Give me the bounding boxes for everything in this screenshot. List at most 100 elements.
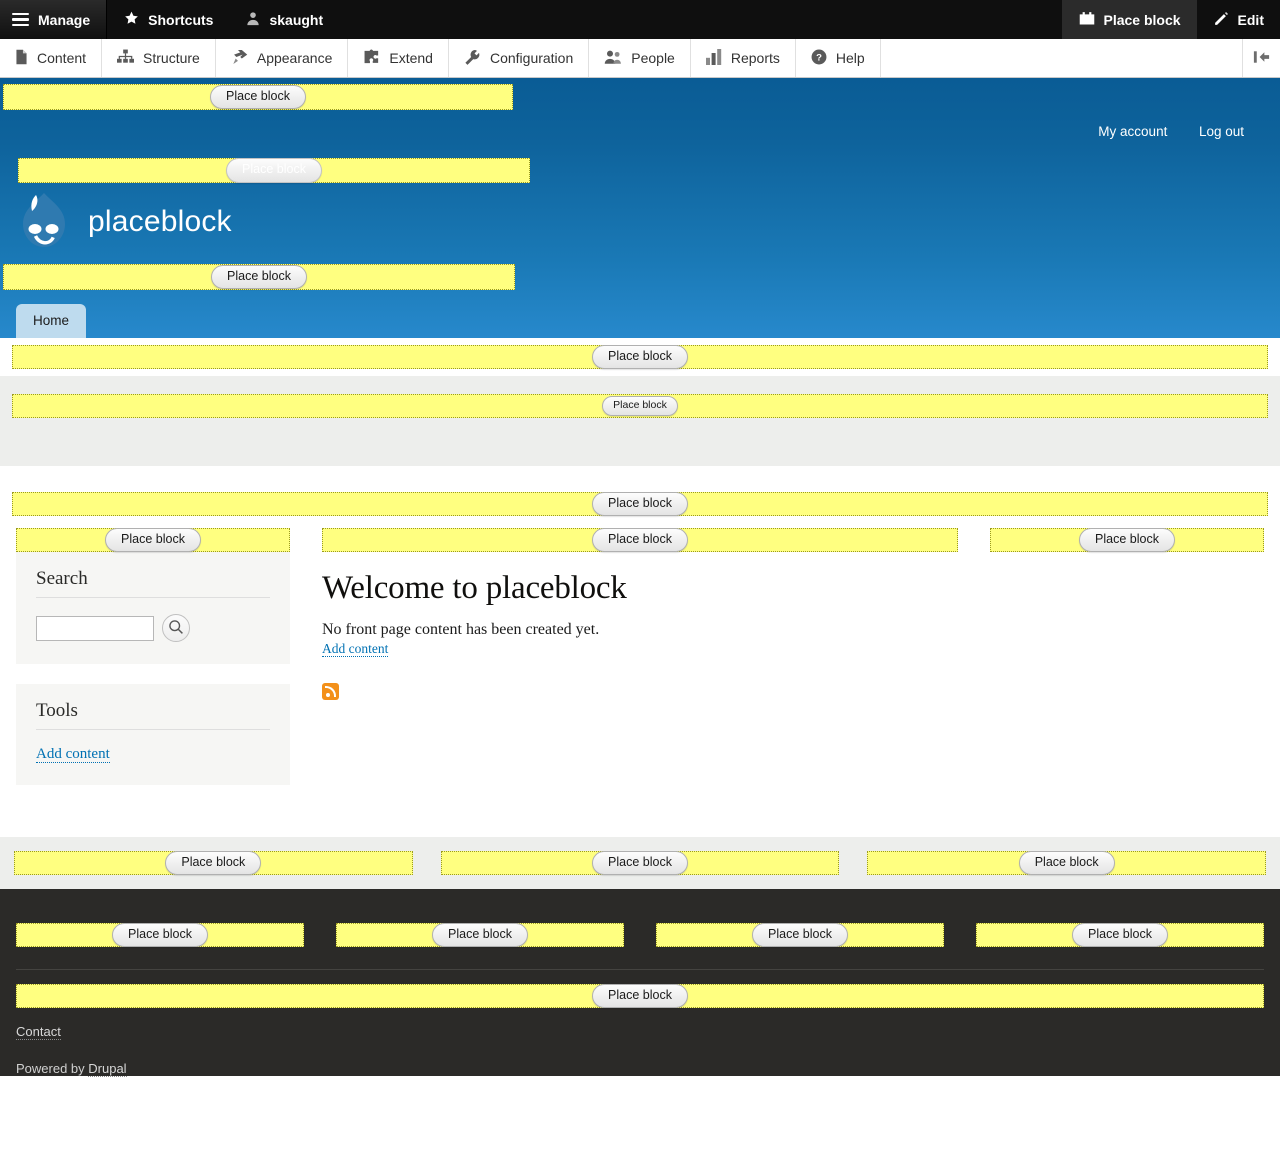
svg-text:?: ?: [816, 52, 822, 63]
place-block-button[interactable]: Place block: [1018, 850, 1115, 876]
place-block-region-secondary-menu[interactable]: Place block: [18, 158, 530, 183]
place-block-button[interactable]: Place block: [752, 922, 848, 948]
person-icon: [245, 10, 261, 30]
toolbar-collapse-button[interactable]: [1243, 39, 1280, 77]
block-icon: [1078, 10, 1096, 29]
place-block-region-highlighted[interactable]: Place block: [12, 344, 1268, 370]
place-block-region-footer-first[interactable]: Place block: [16, 922, 304, 948]
site-footer: Place block Place block Place block Plac…: [0, 889, 1280, 1077]
rss-feed-icon[interactable]: [322, 683, 339, 700]
place-block-region-sidebar-first[interactable]: Place block: [16, 527, 290, 553]
toolbar-manage-label: Manage: [38, 11, 91, 28]
puzzle-icon: [363, 49, 380, 68]
region-featured-bottom-wrapper: Place block Place block Place block: [0, 837, 1280, 889]
menu-item-reports[interactable]: Reports: [690, 39, 796, 77]
log-out-link[interactable]: Log out: [1199, 124, 1244, 139]
place-block-region-sidebar-second[interactable]: Place block: [990, 527, 1264, 553]
menu-item-structure-label: Structure: [143, 50, 200, 66]
drupal-droplet-logo: [16, 189, 72, 254]
footer-col-3: Place block: [640, 922, 960, 948]
featured-bottom-col-3: Place block: [853, 850, 1280, 876]
menu-item-content[interactable]: Content: [0, 39, 103, 77]
place-block-button[interactable]: Place block: [592, 344, 688, 370]
menu-item-appearance-label: Appearance: [256, 50, 333, 66]
toolbar-tab-user-label: skaught: [269, 11, 324, 28]
footer-col-1: Place block: [0, 922, 320, 948]
search-icon: [168, 619, 184, 638]
drupal-link[interactable]: Drupal: [88, 1061, 127, 1077]
site-name: placeblock: [88, 204, 232, 238]
footer-col-2: Place block: [320, 922, 640, 948]
place-block-button[interactable]: Place block: [1079, 527, 1175, 553]
menu-item-structure[interactable]: Structure: [102, 39, 216, 77]
place-block-region-footer-third[interactable]: Place block: [656, 922, 944, 948]
menu-item-extend-label: Extend: [389, 50, 433, 66]
toolbar-tab-user[interactable]: skaught: [229, 0, 339, 39]
menu-item-people[interactable]: People: [589, 39, 691, 77]
place-block-button[interactable]: Place block: [105, 527, 201, 553]
toolbar-manage-button[interactable]: Manage: [0, 0, 108, 39]
tools-link-add-content[interactable]: Add content: [36, 746, 110, 763]
place-block-region-footer-second[interactable]: Place block: [336, 922, 624, 948]
tools-block-title: Tools: [36, 700, 270, 730]
featured-bottom-columns: Place block Place block Place block: [0, 850, 1280, 876]
place-block-region-breadcrumb[interactable]: Place block: [12, 491, 1268, 517]
bar-chart-icon: [705, 48, 722, 68]
star-icon: [123, 10, 140, 29]
collapse-toolbar-icon: [1252, 50, 1271, 67]
place-block-button[interactable]: Place block: [211, 264, 307, 290]
menu-item-appearance[interactable]: Appearance: [215, 39, 349, 77]
footer-bottom: Place block Contact Powered by Drupal: [0, 970, 1280, 1077]
page-title: Welcome to placeblock: [322, 570, 627, 606]
toolbar-tab-place-block[interactable]: Place block: [1061, 0, 1197, 39]
menu-item-help[interactable]: ? Help: [795, 39, 881, 77]
place-block-button[interactable]: Place block: [592, 527, 688, 553]
paintbrush-icon: [231, 49, 248, 68]
add-content-link[interactable]: Add content: [322, 641, 389, 657]
toolbar-tab-edit-label: Edit: [1237, 11, 1264, 28]
menu-item-people-label: People: [631, 50, 675, 66]
featured-bottom-col-2: Place block: [427, 850, 854, 876]
menu-item-configuration-label: Configuration: [489, 50, 574, 66]
block-search: Search: [16, 552, 290, 664]
toolbar-tab-edit[interactable]: Edit: [1197, 0, 1280, 39]
place-block-region-header[interactable]: Place block: [3, 84, 513, 110]
site-branding[interactable]: placeblock: [0, 183, 1280, 264]
place-block-button[interactable]: Place block: [602, 395, 678, 417]
place-block-button[interactable]: Place block: [210, 84, 306, 110]
place-block-region-content[interactable]: Place block: [322, 527, 958, 553]
search-submit-button[interactable]: [162, 614, 190, 642]
menu-item-extend[interactable]: Extend: [348, 39, 449, 77]
place-block-button[interactable]: Place block: [592, 983, 688, 1009]
menu-item-reports-label: Reports: [730, 50, 780, 66]
structure-icon: [117, 49, 135, 67]
toolbar-tab-shortcuts[interactable]: Shortcuts: [107, 0, 229, 39]
toolbar-tab-place-block-label: Place block: [1103, 11, 1181, 28]
question-icon: ?: [811, 49, 827, 68]
place-block-region-featured-bottom-first[interactable]: Place block: [14, 850, 413, 876]
place-block-region-featured-top[interactable]: Place block: [12, 394, 1268, 418]
place-block-region-primary-menu[interactable]: Place block: [3, 264, 515, 290]
place-block-button[interactable]: Place block: [165, 850, 262, 876]
footer-col-4: Place block: [960, 922, 1280, 948]
place-block-region-featured-bottom-second[interactable]: Place block: [440, 850, 840, 876]
region-highlighted-wrapper: Place block: [0, 344, 1280, 370]
account-links: My account Log out: [0, 110, 1280, 158]
place-block-region-footer-bottom[interactable]: Place block: [16, 983, 1264, 1009]
admin-menu-bar: Content Structure Appearance Extend Conf: [0, 39, 1280, 78]
search-input[interactable]: [36, 615, 154, 641]
admin-menu-spacer: [881, 39, 1243, 77]
block-tools: Tools Add content: [16, 684, 290, 785]
place-block-region-footer-fourth[interactable]: Place block: [976, 922, 1264, 948]
place-block-button[interactable]: Place block: [592, 850, 688, 876]
place-block-button[interactable]: Place block: [112, 922, 208, 948]
place-block-button[interactable]: Place block: [592, 491, 688, 517]
footer-link-contact[interactable]: Contact: [16, 1024, 61, 1040]
tab-home[interactable]: Home: [16, 304, 87, 338]
my-account-link[interactable]: My account: [1098, 124, 1167, 139]
place-block-region-featured-bottom-third[interactable]: Place block: [867, 850, 1267, 876]
place-block-button[interactable]: Place block: [226, 158, 322, 183]
place-block-button[interactable]: Place block: [432, 922, 528, 948]
place-block-button[interactable]: Place block: [1072, 922, 1168, 948]
menu-item-configuration[interactable]: Configuration: [448, 39, 590, 77]
